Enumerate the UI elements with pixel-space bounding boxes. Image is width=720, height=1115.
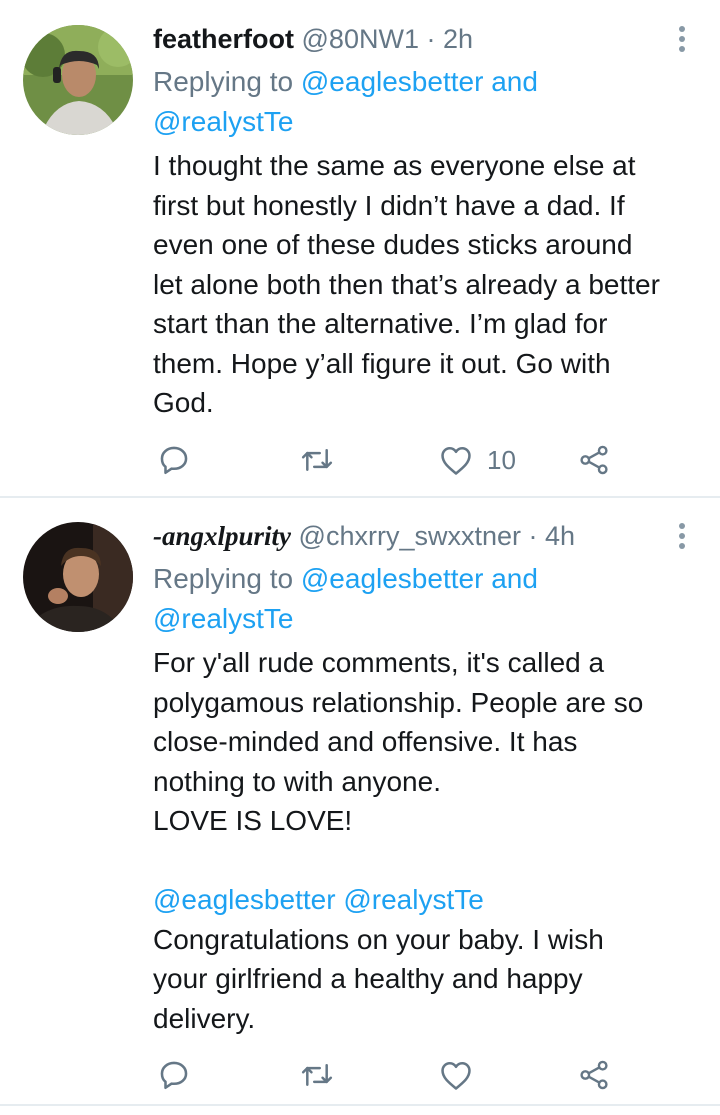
replying-label: Replying to (153, 66, 294, 97)
tweet[interactable]: featherfoot @80NW1 · 2h Replying to @eag… (0, 0, 720, 498)
text-line: your girlfriend a healthy and happy (153, 963, 583, 994)
timestamp[interactable]: 2h (443, 24, 473, 54)
retweet-icon (301, 449, 333, 471)
mention-link[interactable]: @realystTe (153, 603, 293, 634)
tweet-text: For y'all rude comments, it's called a p… (153, 643, 700, 1038)
reply-button[interactable] (157, 1055, 191, 1095)
timestamp[interactable]: 4h (545, 521, 575, 551)
tweet-header: -angxlpurity @chxrry_swxxtner · 4h (153, 518, 660, 554)
text-line: them. Hope y’all figure it out. Go with (153, 347, 611, 379)
replying-to: Replying to @eaglesbetter and @realystTe (153, 62, 680, 142)
text-line: Congratulations on your baby. I wish (153, 923, 604, 955)
mention-link[interactable]: @eaglesbetter (153, 884, 336, 915)
text-line: let alone both then that’s already a bet… (153, 268, 660, 300)
mentions-line: @eaglesbetter @realystTe (153, 880, 700, 920)
share-button[interactable] (578, 440, 610, 480)
text-line: polygamous relationship. People are so (153, 686, 644, 718)
share-button[interactable] (578, 1055, 610, 1095)
action-bar (153, 1055, 633, 1095)
mention-link[interactable]: @eaglesbetter (301, 563, 484, 594)
text-line: I thought the same as everyone else at (153, 150, 636, 181)
separator: · (528, 521, 538, 551)
retweet-icon (301, 1064, 333, 1086)
avatar[interactable] (23, 522, 133, 632)
text-line: first but honestly I didn’t have a dad. … (153, 189, 625, 221)
tweet[interactable]: -angxlpurity @chxrry_swxxtner · 4h Reply… (0, 497, 720, 1107)
share-icon (580, 445, 608, 475)
like-icon (441, 1061, 471, 1090)
action-bar: 10 (153, 440, 633, 480)
replying-and: and (491, 66, 538, 97)
display-name[interactable]: featherfoot (153, 24, 294, 54)
replying-and: and (491, 563, 538, 594)
like-button[interactable] (439, 1055, 473, 1095)
user-handle[interactable]: @chxrry_swxxtner (299, 521, 521, 551)
text-line: close-minded and offensive. It has (153, 726, 578, 757)
replying-to: Replying to @eaglesbetter and @realystTe (153, 559, 680, 639)
like-count: 10 (487, 444, 516, 475)
display-name[interactable]: -angxlpurity (153, 521, 291, 551)
separator: · (426, 24, 436, 54)
mention-link[interactable]: @eaglesbetter (301, 66, 484, 97)
user-handle[interactable]: @80NW1 (302, 24, 419, 54)
retweet-button[interactable] (299, 1055, 335, 1095)
replying-label: Replying to (153, 563, 294, 594)
text-line: For y'all rude comments, it's called a (153, 647, 605, 678)
reply-button[interactable] (157, 440, 191, 480)
mention-link[interactable]: @realystTe (343, 884, 483, 915)
reply-icon (160, 1061, 188, 1090)
avatar[interactable] (23, 25, 133, 135)
more-options-icon[interactable] (672, 21, 692, 57)
share-icon (580, 1060, 608, 1090)
more-options-icon[interactable] (672, 518, 692, 554)
tweet-header: featherfoot @80NW1 · 2h (153, 21, 660, 57)
text-line: LOVE IS LOVE! (153, 805, 353, 836)
text-line: delivery. (153, 1002, 256, 1034)
reply-icon (160, 446, 188, 475)
retweet-button[interactable] (299, 440, 335, 480)
like-button[interactable]: 10 (439, 440, 516, 480)
divider (0, 1104, 720, 1106)
text-line: start than the alternative. I’m glad for (153, 308, 608, 339)
mention-link[interactable]: @realystTe (153, 106, 293, 137)
text-line: even one of these dudes sticks around (153, 229, 633, 260)
text-line: nothing to with anyone. (153, 765, 441, 797)
tweet-text: I thought the same as everyone else at f… (153, 146, 700, 423)
text-line: God. (153, 387, 214, 418)
like-icon (441, 446, 471, 475)
